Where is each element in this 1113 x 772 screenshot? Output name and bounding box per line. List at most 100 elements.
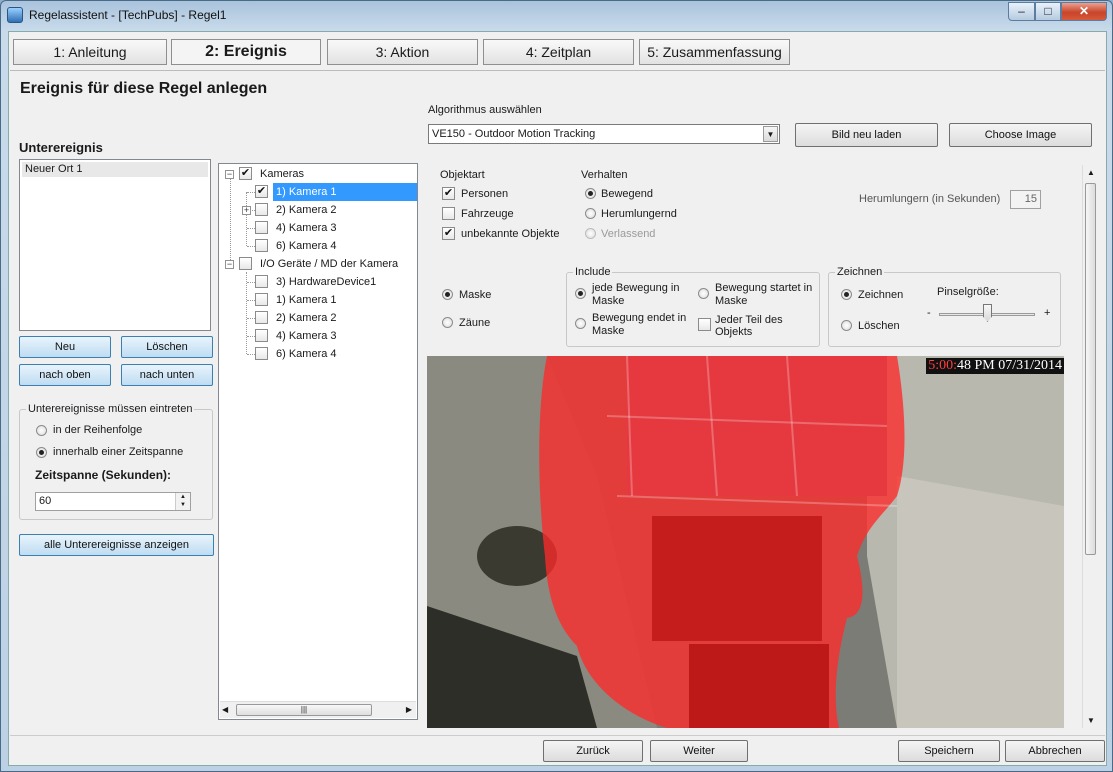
list-item[interactable]: Neuer Ort 1	[22, 162, 208, 177]
draw-group: Zeichnen Zeichnen Löschen Pinselgröße: -…	[828, 266, 1061, 347]
moving-radio[interactable]	[585, 188, 596, 199]
back-button[interactable]: Zurück	[543, 740, 643, 762]
draw-radio[interactable]	[841, 289, 852, 300]
timestamp-rest: 48 PM 07/31/2014	[956, 358, 1062, 373]
settings-vertical-scrollbar[interactable]: ▲ ▼	[1082, 165, 1099, 728]
loiter-seconds-value[interactable]: 15	[1025, 193, 1037, 205]
leaving-label: Verlassend	[601, 228, 656, 240]
tree-item-label: 4) Kamera 3	[276, 330, 337, 342]
motion-ends-radio[interactable]	[575, 318, 586, 329]
timespan-value[interactable]: 60	[39, 495, 51, 507]
any-motion-radio[interactable]	[575, 288, 586, 299]
tree-item-label: 1) Kamera 1	[273, 183, 417, 201]
timespan-stepper[interactable]: 60 ▲ ▼	[35, 492, 191, 511]
scroll-up-icon[interactable]: ▲	[1087, 168, 1095, 177]
cameras-checkbox[interactable]: ✔	[239, 167, 252, 180]
tab-aktion[interactable]: 3: Aktion	[327, 39, 478, 65]
tree-horizontal-scrollbar[interactable]: ◀ ||| ▶	[220, 701, 416, 718]
camera-image-canvas[interactable]: 5:00:48 PM 07/31/2014	[427, 356, 1064, 728]
group-title: Include	[573, 266, 613, 278]
timespan-label: Zeitspanne (Sekunden):	[35, 468, 172, 482]
algorithm-label: Algorithmus auswählen	[428, 104, 542, 116]
delete-subevent-button[interactable]: Löschen	[121, 336, 213, 358]
loiter-seconds-field[interactable]: 15	[1010, 190, 1041, 209]
algorithm-selected-value: VE150 - Outdoor Motion Tracking	[432, 128, 596, 140]
subevents-title: Unterereignis	[19, 140, 103, 155]
motion-starts-label: Bewegung startet in Maske	[715, 282, 813, 307]
tab-zusammenfassung[interactable]: 5: Zusammenfassung	[639, 39, 790, 65]
device-tree[interactable]: − ✔ Kameras ✔ 1) Kamera 1 +2) Kamera 2 4) K…	[218, 163, 418, 720]
camera-checkbox[interactable]	[255, 203, 268, 216]
io-device-checkbox[interactable]	[255, 329, 268, 342]
io-checkbox[interactable]	[239, 257, 252, 270]
camera-checkbox[interactable]	[255, 239, 268, 252]
spin-up-icon[interactable]: ▲	[176, 493, 190, 501]
group-title: Zeichnen	[835, 266, 885, 278]
scroll-thumb[interactable]	[1085, 183, 1096, 555]
timespan-option-label: innerhalb einer Zeitspanne	[53, 446, 184, 458]
title-bar[interactable]: Regelassistent - [TechPubs] - Regel1 – □…	[1, 1, 1112, 29]
object-type-title: Objektart	[440, 169, 485, 181]
tree-item-label: 3) HardwareDevice1	[276, 276, 377, 288]
timespan-radio[interactable]	[36, 447, 47, 458]
io-device-checkbox[interactable]	[255, 311, 268, 324]
client-area: 1: Anleitung 2: Ereignis 3: Aktion 4: Ze…	[8, 31, 1107, 766]
order-radio[interactable]	[36, 425, 47, 436]
wizard-footer: Zurück Weiter Speichern Abbrechen	[10, 735, 1105, 765]
tab-anleitung[interactable]: 1: Anleitung	[13, 39, 167, 65]
brush-minus-label: -	[927, 307, 931, 319]
io-device-checkbox[interactable]	[255, 293, 268, 306]
mask-radio[interactable]	[442, 289, 453, 300]
camera-checkbox[interactable]	[255, 221, 268, 234]
vehicles-label: Fahrzeuge	[461, 208, 514, 220]
brush-size-thumb[interactable]	[983, 304, 992, 322]
io-device-checkbox[interactable]	[255, 275, 268, 288]
tree-item-camera[interactable]: ✔ 1) Kamera 1	[255, 183, 417, 201]
reload-image-button[interactable]: Bild neu laden	[795, 123, 938, 147]
choose-image-button[interactable]: Choose Image	[949, 123, 1092, 147]
maximize-button[interactable]: □	[1035, 2, 1061, 21]
motion-starts-radio[interactable]	[698, 288, 709, 299]
scroll-right-icon[interactable]: ▶	[406, 705, 412, 714]
chevron-down-icon[interactable]: ▼	[763, 126, 778, 142]
any-part-checkbox[interactable]	[698, 318, 711, 331]
scroll-thumb[interactable]: |||	[236, 704, 372, 716]
loitering-label: Herumlungernd	[601, 208, 677, 220]
tree-item-label: 1) Kamera 1	[276, 294, 337, 306]
save-button[interactable]: Speichern	[898, 740, 1000, 762]
move-up-button[interactable]: nach oben	[19, 364, 111, 386]
collapse-icon[interactable]: −	[225, 170, 234, 179]
move-down-button[interactable]: nach unten	[121, 364, 213, 386]
unknown-objects-label: unbekannte Objekte	[461, 228, 560, 240]
next-button[interactable]: Weiter	[650, 740, 748, 762]
tab-zeitplan[interactable]: 4: Zeitplan	[483, 39, 634, 65]
tree-item-label: 4) Kamera 3	[276, 222, 337, 234]
minimize-button[interactable]: –	[1008, 2, 1035, 21]
group-title: Unterereignisse müssen eintreten	[26, 403, 195, 415]
persons-checkbox[interactable]: ✔	[442, 187, 455, 200]
video-timestamp: 5:00:48 PM 07/31/2014	[926, 358, 1064, 374]
algorithm-select[interactable]: VE150 - Outdoor Motion Tracking ▼	[428, 124, 780, 144]
collapse-icon[interactable]: −	[225, 260, 234, 269]
new-subevent-button[interactable]: Neu	[19, 336, 111, 358]
show-all-subevents-button[interactable]: alle Unterereignisse anzeigen	[19, 534, 214, 556]
leaving-radio[interactable]	[585, 228, 596, 239]
loitering-radio[interactable]	[585, 208, 596, 219]
subevents-list[interactable]: Neuer Ort 1	[19, 159, 211, 331]
scroll-down-icon[interactable]: ▼	[1087, 716, 1095, 725]
camera-checkbox[interactable]: ✔	[255, 185, 268, 198]
expand-icon[interactable]: +	[242, 206, 251, 215]
fence-radio[interactable]	[442, 317, 453, 328]
camera-scene	[427, 356, 1064, 728]
cancel-button[interactable]: Abbrechen	[1005, 740, 1105, 762]
io-device-checkbox[interactable]	[255, 347, 268, 360]
timestamp-highlight: 5:00:	[928, 358, 957, 373]
close-button[interactable]: ✕	[1061, 2, 1107, 21]
spin-down-icon[interactable]: ▼	[176, 501, 190, 509]
unknown-objects-checkbox[interactable]: ✔	[442, 227, 455, 240]
any-part-label: Jeder Teil des Objekts	[715, 314, 783, 338]
vehicles-checkbox[interactable]	[442, 207, 455, 220]
scroll-left-icon[interactable]: ◀	[222, 705, 228, 714]
erase-radio[interactable]	[841, 320, 852, 331]
tab-ereignis[interactable]: 2: Ereignis	[171, 39, 321, 65]
